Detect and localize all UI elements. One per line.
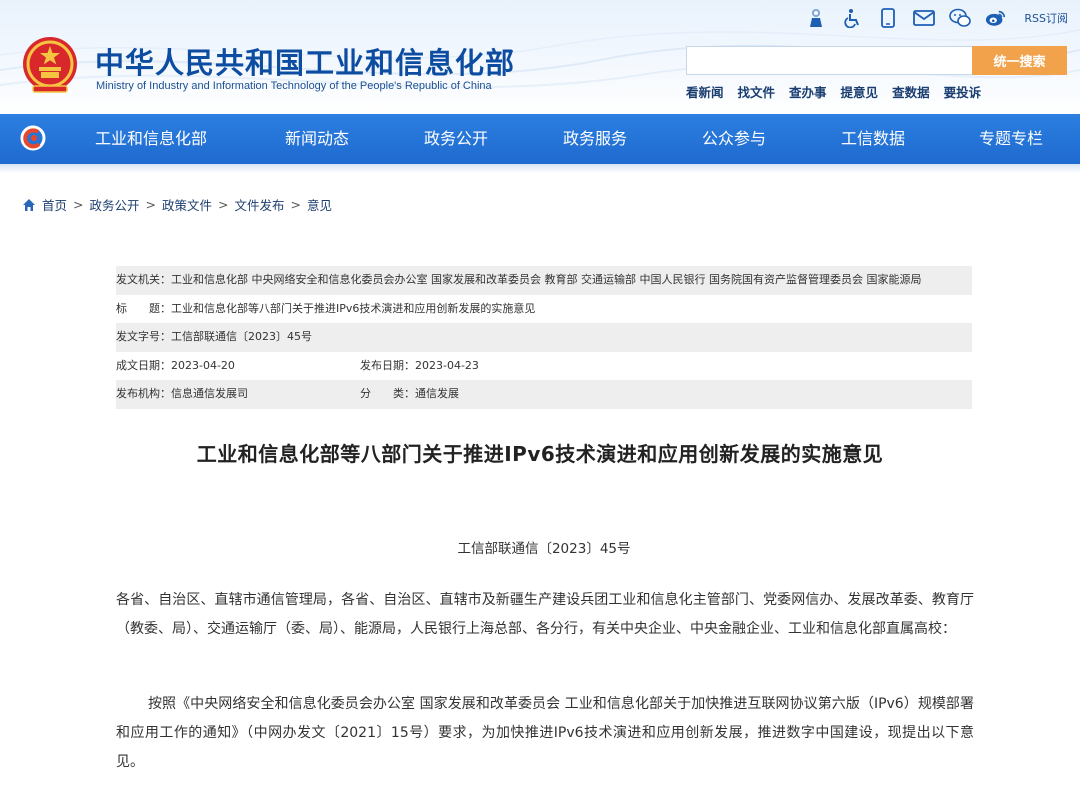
breadcrumb-file-release[interactable]: 文件发布 (235, 195, 285, 214)
nav-item-topics[interactable]: 专题专栏 (979, 114, 1043, 164)
nav-item-government-affairs[interactable]: 政务公开 (424, 114, 488, 164)
search-bar: 统一搜索 (686, 46, 1067, 75)
meta-row-office: 发布机构：信息通信发展司 分 类：通信发展 (116, 380, 972, 409)
breadcrumb-separator: > (290, 197, 301, 212)
quick-link-data[interactable]: 查数据 (892, 82, 930, 101)
meta-office: 发布机构：信息通信发展司 (116, 387, 248, 400)
nav-item-news[interactable]: 新闻动态 (285, 114, 349, 164)
meta-row-issuer: 发文机关：工业和信息化部 中央网络安全和信息化委员会办公室 国家发展和改革委员会… (116, 266, 972, 295)
nav-divider (0, 164, 1080, 173)
meta-title: 标 题：工业和信息化部等八部门关于推进IPv6技术演进和应用创新发展的实施意见 (116, 301, 536, 315)
meta-row-dates: 成文日期：2023-04-20 发布日期：2023-04-23 (116, 352, 972, 381)
nav-item-data[interactable]: 工信数据 (841, 114, 905, 164)
rss-label: RSS订阅 (1024, 12, 1068, 25)
mail-icon[interactable] (913, 7, 936, 29)
quick-links: 看新闻 找文件 查办事 提意见 查数据 要投诉 (686, 82, 981, 101)
site-title: 中华人民共和国工业和信息化部 (95, 46, 516, 80)
article-doc-number: 工信部联通信〔2023〕45号 (457, 541, 631, 557)
utility-toolbar: RSS订阅 (805, 6, 1068, 30)
search-input[interactable] (686, 46, 972, 75)
meta-doc-number: 发文字号：工信部联通信〔2023〕45号 (116, 330, 312, 343)
rss-link[interactable]: RSS订阅 (1021, 10, 1068, 26)
breadcrumb-home[interactable]: 首页 (42, 195, 67, 214)
meta-published-date: 发布日期：2023-04-23 (360, 358, 479, 372)
breadcrumb-policy-files[interactable]: 政策文件 (162, 195, 212, 214)
breadcrumb-opinions[interactable]: 意见 (307, 195, 332, 214)
nav-item-ministry[interactable]: 工业和信息化部 (95, 114, 207, 164)
meta-row-doc-number: 发文字号：工信部联通信〔2023〕45号 (116, 323, 972, 352)
quick-link-files[interactable]: 找文件 (738, 82, 776, 101)
site-subtitle: Ministry of Industry and Information Tec… (96, 80, 492, 92)
weibo-icon[interactable] (985, 7, 1007, 29)
ministry-logo-icon[interactable] (20, 125, 46, 151)
quick-link-services[interactable]: 查办事 (789, 82, 827, 101)
meta-category: 分 类：通信发展 (360, 387, 459, 400)
quick-link-complaints[interactable]: 要投诉 (944, 82, 982, 101)
breadcrumb-separator: > (145, 197, 156, 212)
quick-link-news[interactable]: 看新闻 (686, 82, 724, 101)
home-icon (23, 198, 35, 211)
meta-issuer: 发文机关：工业和信息化部 中央网络安全和信息化委员会办公室 国家发展和改革委员会… (116, 273, 922, 286)
main-nav: 工业和信息化部 新闻动态 政务公开 政务服务 公众参与 工信数据 专题专栏 (0, 114, 1080, 164)
national-emblem-icon (23, 37, 77, 93)
meta-row-title: 标 题：工业和信息化部等八部门关于推进IPv6技术演进和应用创新发展的实施意见 (116, 295, 972, 324)
wheelchair-icon[interactable] (841, 7, 863, 29)
breadcrumb: 首页 > 政务公开 > 政策文件 > 文件发布 > 意见 (22, 195, 332, 214)
nav-item-participation[interactable]: 公众参与 (702, 114, 766, 164)
accessibility-care-icon[interactable] (805, 7, 827, 29)
document-meta-table: 发文机关：工业和信息化部 中央网络安全和信息化委员会办公室 国家发展和改革委员会… (116, 266, 972, 409)
breadcrumb-separator: > (73, 197, 84, 212)
breadcrumb-separator: > (218, 197, 229, 212)
quick-link-feedback[interactable]: 提意见 (841, 82, 879, 101)
search-button[interactable]: 统一搜索 (972, 46, 1067, 75)
nav-item-services[interactable]: 政务服务 (563, 114, 627, 164)
breadcrumb-government-affairs[interactable]: 政务公开 (90, 195, 140, 214)
site-header: 中华人民共和国工业和信息化部 Ministry of Industry and … (0, 0, 1080, 114)
article-title: 工业和信息化部等八部门关于推进IPv6技术演进和应用创新发展的实施意见 (196, 442, 884, 466)
mobile-icon[interactable] (877, 7, 899, 29)
wechat-icon[interactable] (949, 7, 972, 29)
article-paragraph-recipients: 各省、自治区、直辖市通信管理局，各省、自治区、直辖市及新疆生产建设兵团工业和信息… (116, 592, 974, 637)
article-paragraph-intro: 按照《中央网络安全和信息化委员会办公室 国家发展和改革委员会 工业和信息化部关于… (116, 696, 974, 770)
meta-created-date: 成文日期：2023-04-20 (116, 358, 235, 372)
